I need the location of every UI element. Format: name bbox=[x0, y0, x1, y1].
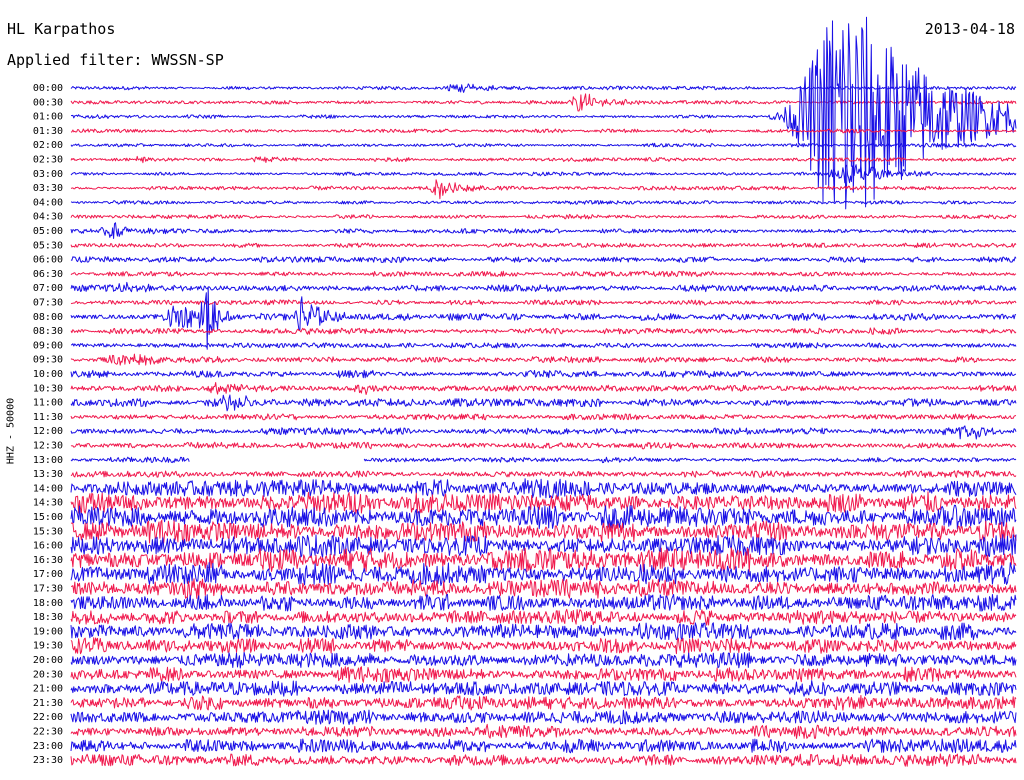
trace-2030 bbox=[70, 666, 1017, 683]
tick-label-1800: 18:00 bbox=[33, 598, 63, 609]
tick-label-0030: 00:30 bbox=[33, 97, 63, 108]
tick-label-1400: 14:00 bbox=[33, 483, 63, 494]
trace-1000 bbox=[70, 369, 1017, 379]
trace-0500 bbox=[70, 222, 1017, 239]
trace-0100 bbox=[70, 16, 1017, 210]
tick-label-0430: 04:30 bbox=[33, 212, 63, 223]
trace-2000 bbox=[70, 651, 1017, 669]
tick-label-1530: 15:30 bbox=[33, 526, 63, 537]
tick-label-0230: 02:30 bbox=[33, 155, 63, 166]
trace-1730 bbox=[70, 578, 1017, 599]
tick-label-1100: 11:00 bbox=[33, 398, 63, 409]
trace-2330 bbox=[70, 753, 1017, 767]
tick-label-1330: 13:30 bbox=[33, 469, 63, 480]
trace-1830 bbox=[70, 608, 1017, 626]
tick-label-1230: 12:30 bbox=[33, 441, 63, 452]
trace-2130 bbox=[70, 695, 1017, 711]
tick-label-1930: 19:30 bbox=[33, 641, 63, 652]
tick-label-1030: 10:30 bbox=[33, 383, 63, 394]
tick-label-0830: 08:30 bbox=[33, 326, 63, 337]
trace-0830 bbox=[70, 327, 1017, 335]
tick-label-1630: 16:30 bbox=[33, 555, 63, 566]
tick-label-2230: 22:30 bbox=[33, 727, 63, 738]
tick-label-2030: 20:30 bbox=[33, 669, 63, 680]
trace-0130 bbox=[70, 128, 1017, 134]
tick-label-2100: 21:00 bbox=[33, 684, 63, 695]
trace-1800 bbox=[70, 593, 1017, 612]
tick-label-0630: 06:30 bbox=[33, 269, 63, 280]
tick-label-0930: 09:30 bbox=[33, 355, 63, 366]
trace-1200 bbox=[70, 425, 1017, 440]
trace-0430 bbox=[70, 214, 1017, 220]
tick-label-2130: 21:30 bbox=[33, 698, 63, 709]
trace-1900 bbox=[70, 622, 1017, 641]
trace-0400 bbox=[70, 200, 1017, 205]
tick-label-0000: 00:00 bbox=[33, 83, 63, 94]
tick-label-0300: 03:00 bbox=[33, 169, 63, 180]
tick-label-1700: 17:00 bbox=[33, 569, 63, 580]
tick-label-1830: 18:30 bbox=[33, 612, 63, 623]
tick-label-0330: 03:30 bbox=[33, 183, 63, 194]
trace-2300 bbox=[70, 738, 1017, 754]
trace-0530 bbox=[70, 242, 1017, 249]
tick-label-2200: 22:00 bbox=[33, 712, 63, 723]
trace-0600 bbox=[70, 256, 1017, 263]
tick-label-0800: 08:00 bbox=[33, 312, 63, 323]
trace-1300 bbox=[70, 456, 1017, 464]
tick-label-1500: 15:00 bbox=[33, 512, 63, 523]
trace-0630 bbox=[70, 270, 1017, 278]
trace-0900 bbox=[70, 342, 1017, 349]
trace-0930 bbox=[70, 353, 1017, 366]
trace-0200 bbox=[70, 142, 1017, 148]
trace-1130 bbox=[70, 413, 1017, 421]
tick-label-2330: 23:30 bbox=[33, 755, 63, 766]
trace-1330 bbox=[70, 470, 1017, 478]
trace-1400 bbox=[70, 478, 1017, 499]
tick-label-2300: 23:00 bbox=[33, 741, 63, 752]
tick-label-0130: 01:30 bbox=[33, 126, 63, 137]
helicorder-plot: 00:00 00:30 01:00 01:30 02:00 02:30 03:00 03:30… bbox=[33, 16, 1017, 767]
trace-2200 bbox=[70, 709, 1017, 725]
tick-label-1200: 12:00 bbox=[33, 426, 63, 437]
tick-label-0730: 07:30 bbox=[33, 298, 63, 309]
tick-label-1130: 11:30 bbox=[33, 412, 63, 423]
trace-0030 bbox=[70, 93, 1017, 112]
tick-label-0100: 01:00 bbox=[33, 112, 63, 123]
tick-label-0530: 05:30 bbox=[33, 240, 63, 251]
tick-label-0400: 04:00 bbox=[33, 197, 63, 208]
trace-1100 bbox=[70, 394, 1017, 412]
tick-label-1900: 19:00 bbox=[33, 626, 63, 637]
tick-label-0700: 07:00 bbox=[33, 283, 63, 294]
tick-label-0600: 06:00 bbox=[33, 255, 63, 266]
trace-2230 bbox=[70, 723, 1017, 739]
trace-0800 bbox=[70, 287, 1017, 350]
trace-1030 bbox=[70, 382, 1017, 395]
tick-label-1300: 13:00 bbox=[33, 455, 63, 466]
tick-label-1730: 17:30 bbox=[33, 584, 63, 595]
tick-label-1600: 16:00 bbox=[33, 541, 63, 552]
trace-2100 bbox=[70, 680, 1017, 697]
tick-label-0500: 05:00 bbox=[33, 226, 63, 237]
trace-1230 bbox=[70, 441, 1017, 450]
tick-label-0200: 02:00 bbox=[33, 140, 63, 151]
trace-1930 bbox=[70, 637, 1017, 655]
tick-label-1430: 14:30 bbox=[33, 498, 63, 509]
tick-label-0900: 09:00 bbox=[33, 340, 63, 351]
trace-0000 bbox=[70, 83, 1017, 93]
trace-0700 bbox=[70, 281, 1017, 293]
tick-label-2000: 20:00 bbox=[33, 655, 63, 666]
tick-label-1000: 10:00 bbox=[33, 369, 63, 380]
